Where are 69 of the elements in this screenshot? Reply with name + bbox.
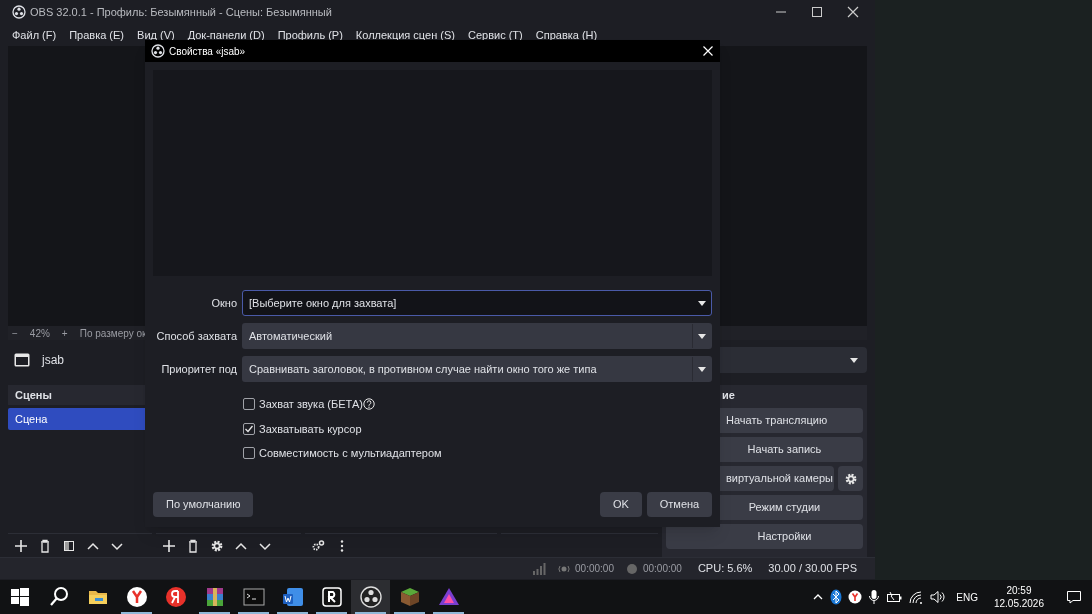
ya-letter-icon bbox=[163, 585, 188, 609]
menu-item[interactable]: Файл (F) bbox=[6, 26, 63, 44]
fps-counter: 30.00 / 30.00 FPS bbox=[768, 561, 857, 577]
checkbox[interactable] bbox=[243, 398, 255, 411]
speaker-icon[interactable] bbox=[930, 590, 947, 604]
word-document-icon bbox=[280, 585, 305, 609]
add-icon[interactable] bbox=[14, 538, 28, 553]
zoom-level: 42% bbox=[29, 326, 50, 341]
terminal-icon bbox=[241, 585, 266, 609]
bluetooth-icon[interactable] bbox=[830, 589, 843, 605]
checkbox[interactable] bbox=[243, 422, 255, 435]
settings-button[interactable] bbox=[838, 466, 863, 491]
caret-icon bbox=[697, 332, 707, 340]
clock-time[interactable]: 20:59 bbox=[1006, 584, 1032, 597]
record-icon bbox=[625, 562, 638, 575]
taskbar-app[interactable] bbox=[351, 580, 390, 614]
close-icon[interactable] bbox=[702, 45, 714, 57]
obs-logo-icon bbox=[358, 585, 383, 609]
panel-title: ие bbox=[721, 387, 735, 403]
panel-title: Сцены bbox=[14, 387, 53, 403]
filter-icon[interactable] bbox=[62, 538, 76, 553]
dropdown-field[interactable]: Автоматический bbox=[242, 323, 712, 349]
defaults-button[interactable]: По умолчанию bbox=[153, 492, 254, 517]
notification-icon[interactable] bbox=[1066, 589, 1082, 605]
obs-logo-icon bbox=[12, 5, 26, 19]
r-letter-icon bbox=[319, 585, 344, 609]
zoom-in-button[interactable]: + bbox=[61, 325, 68, 341]
obs-logo-icon bbox=[151, 44, 165, 58]
menu-item[interactable]: Сервис (T) bbox=[461, 26, 529, 44]
window-icon bbox=[14, 353, 30, 367]
window-title: OBS 32.0.1 - Профиль: Безымянный - Сцены: Безымянный bbox=[30, 4, 333, 20]
dropdown-field[interactable]: [Выберите окно для захвата] bbox=[242, 290, 712, 316]
field-label: Окно bbox=[210, 295, 237, 311]
y-letter-icon[interactable] bbox=[848, 590, 863, 604]
menu-item[interactable]: Справка (H) bbox=[529, 26, 604, 44]
language-indicator[interactable]: ENG bbox=[956, 589, 978, 605]
caret-icon bbox=[697, 365, 707, 373]
checkbox-label: Захватывать курсор bbox=[259, 421, 362, 437]
wifi-icon[interactable] bbox=[908, 590, 925, 604]
checkbox[interactable] bbox=[243, 447, 255, 460]
caret-icon bbox=[849, 356, 859, 364]
dropdown-field[interactable]: Сравнивать заголовок, в противном случае найти окно того же типа bbox=[242, 356, 712, 382]
field-label: Способ захвата bbox=[155, 328, 237, 344]
menu-item[interactable]: Правка (E) bbox=[63, 26, 131, 44]
menu-item[interactable]: Док-панели (D) bbox=[181, 26, 271, 44]
checkbox-label: Совместимость с мультиадаптером bbox=[259, 446, 442, 461]
battery-icon[interactable] bbox=[886, 591, 903, 603]
gears-icon[interactable] bbox=[310, 538, 325, 553]
checkbox-label: Захват звука (БЕТА) bbox=[259, 397, 363, 412]
cancel-button[interactable]: Отмена bbox=[647, 492, 712, 517]
stream-time: 00:00:00 bbox=[575, 562, 614, 576]
menu-item[interactable]: Вид (V) bbox=[131, 26, 181, 44]
trash-icon[interactable] bbox=[38, 538, 52, 553]
gear-icon bbox=[843, 471, 858, 486]
microphone-icon[interactable] bbox=[868, 589, 881, 605]
y-letter-icon bbox=[124, 585, 149, 609]
cpu-usage: CPU: 5.6% bbox=[697, 561, 753, 577]
record-time: 00:00:00 bbox=[642, 562, 682, 576]
dialog-title: Свойства «jsab» bbox=[169, 44, 247, 59]
add-icon[interactable] bbox=[162, 538, 177, 553]
caret-icon bbox=[696, 299, 707, 307]
ok-button[interactable]: OK bbox=[600, 492, 642, 517]
gear-icon[interactable] bbox=[210, 538, 225, 553]
clock-date[interactable]: 12.05.2026 bbox=[993, 597, 1044, 610]
zoom-out-button[interactable]: − bbox=[12, 325, 18, 341]
signal-icon bbox=[532, 562, 547, 575]
control-button[interactable]: Настройки bbox=[665, 524, 863, 549]
field-label: Приоритет под bbox=[160, 361, 237, 377]
help-icon[interactable] bbox=[362, 398, 375, 411]
